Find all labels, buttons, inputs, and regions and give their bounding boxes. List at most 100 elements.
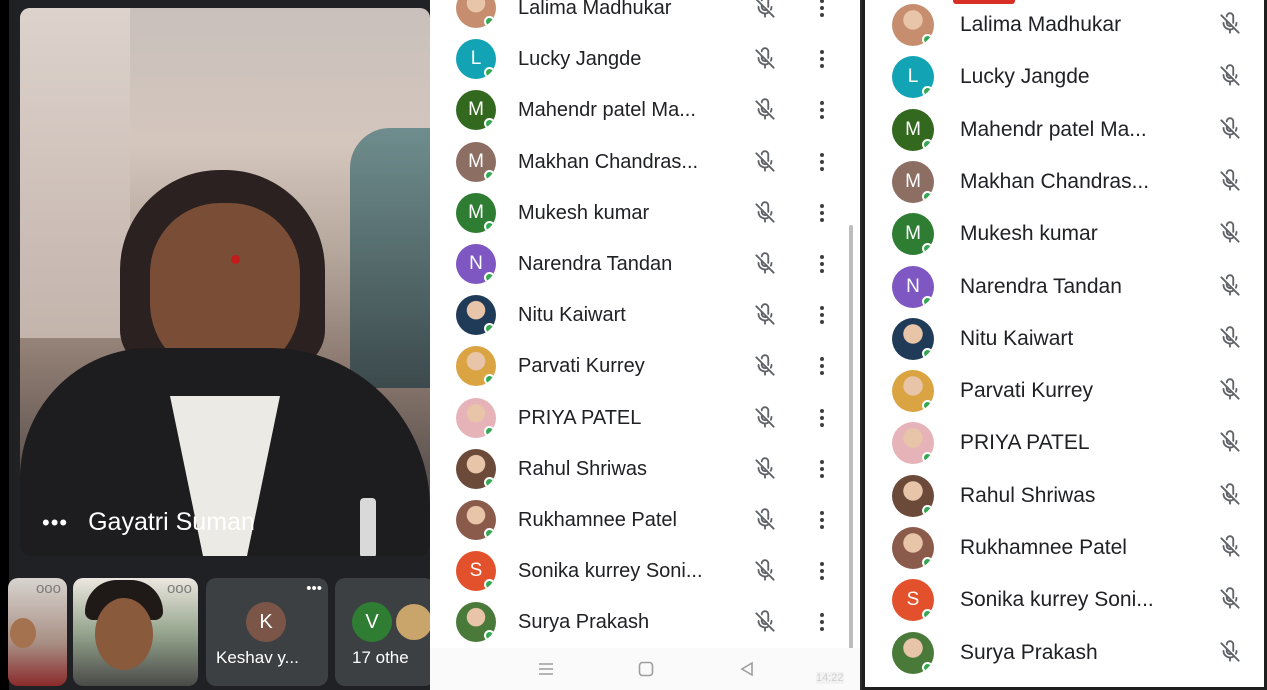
- mic-off-icon: [1217, 586, 1243, 612]
- more-options-icon[interactable]: ooo: [36, 580, 61, 597]
- more-options-icon[interactable]: [819, 459, 825, 479]
- participant-name: PRIYA PATEL: [960, 431, 1090, 455]
- avatar: [892, 4, 934, 46]
- mic-off-icon: [1217, 116, 1243, 142]
- participant-name: Parvati Kurrey: [960, 379, 1094, 403]
- avatar: [456, 448, 496, 489]
- participant-thumbnail[interactable]: ooo: [73, 578, 198, 686]
- mic-off-icon: [1217, 168, 1243, 194]
- participant-name: Mukesh kumar: [518, 201, 650, 224]
- participant-row[interactable]: Lalima Madhukar: [430, 0, 860, 34]
- more-options-icon[interactable]: [819, 305, 825, 325]
- others-count-label: 17 othe: [352, 648, 409, 667]
- participant-row[interactable]: Parvati Kurrey: [865, 365, 1264, 417]
- avatar-initial: S: [469, 560, 483, 582]
- participant-row[interactable]: N Narendra Tandan: [430, 238, 860, 290]
- participant-row[interactable]: Rukhamnee Patel: [430, 494, 860, 546]
- mic-off-icon: [1217, 429, 1243, 455]
- participant-name: Lucky Jangde: [960, 65, 1090, 89]
- online-status-dot: [922, 295, 933, 307]
- avatar: [892, 474, 934, 517]
- more-options-icon[interactable]: [819, 408, 825, 428]
- speaker-name: Gayatri Suman: [88, 508, 255, 536]
- online-status-dot: [922, 347, 933, 359]
- participant-row[interactable]: M Mahendr patel Ma...: [865, 104, 1264, 156]
- avatar: S: [892, 579, 934, 622]
- menu-icon[interactable]: [537, 660, 555, 678]
- participant-name: Parvati Kurrey: [518, 355, 645, 378]
- participant-row[interactable]: Surya Prakash: [430, 596, 860, 648]
- participant-row[interactable]: M Mahendr patel Ma...: [430, 84, 860, 136]
- home-icon[interactable]: [637, 660, 655, 678]
- more-options-icon[interactable]: [819, 356, 825, 376]
- more-options-icon[interactable]: [819, 203, 825, 223]
- more-options-icon[interactable]: [819, 510, 825, 530]
- participant-row[interactable]: Rahul Shriwas: [430, 443, 860, 495]
- more-options-icon[interactable]: [819, 152, 825, 172]
- avatar: N: [456, 244, 496, 284]
- avatar: [892, 370, 934, 413]
- participant-row[interactable]: M Mukesh kumar: [865, 208, 1264, 260]
- online-status-dot: [484, 528, 495, 539]
- participant-row[interactable]: L Lucky Jangde: [430, 33, 860, 85]
- mic-off-icon: [752, 558, 778, 584]
- participant-row[interactable]: Nitu Kaiwart: [865, 313, 1264, 365]
- thumb-face: [95, 598, 153, 670]
- more-options-icon[interactable]: •••: [306, 580, 322, 597]
- participant-row[interactable]: N Narendra Tandan: [865, 261, 1264, 313]
- main-speaker-tile[interactable]: [20, 8, 430, 556]
- participants-list-panel-zoomed: Lalima Madhukar L Lucky Jangde M Mahendr pat…: [862, 0, 1267, 690]
- mic-off-icon: [1217, 63, 1243, 89]
- avatar-initial: L: [907, 66, 919, 88]
- avatar: [456, 346, 496, 387]
- more-options-icon[interactable]: [819, 561, 825, 581]
- participant-row[interactable]: S Sonika kurrey Soni...: [865, 574, 1264, 626]
- participant-row[interactable]: PRIYA PATEL: [430, 392, 860, 444]
- avatar: [456, 397, 496, 438]
- more-options-icon[interactable]: [819, 49, 825, 69]
- more-options-icon[interactable]: [819, 612, 825, 632]
- pen: [360, 498, 376, 556]
- participant-row[interactable]: Rahul Shriwas: [865, 470, 1264, 522]
- more-options-icon[interactable]: [819, 100, 825, 120]
- online-status-dot: [922, 661, 933, 673]
- mic-off-icon: [752, 405, 778, 431]
- participant-thumbnail[interactable]: ooo: [8, 578, 67, 686]
- mic-off-icon: [752, 353, 778, 379]
- online-status-dot: [922, 243, 933, 255]
- participant-name: Nitu Kaiwart: [518, 304, 626, 327]
- participant-row[interactable]: Parvati Kurrey: [430, 340, 860, 392]
- participant-row[interactable]: S Sonika kurrey Soni...: [430, 545, 860, 597]
- avatar: [456, 0, 496, 28]
- participant-row[interactable]: PRIYA PATEL: [865, 417, 1264, 469]
- online-status-dot: [484, 476, 495, 488]
- online-status-dot: [922, 138, 933, 150]
- scrollbar[interactable]: [849, 225, 853, 655]
- participant-row[interactable]: Surya Prakash: [865, 627, 1264, 679]
- avatar: S: [456, 551, 496, 592]
- participant-row[interactable]: Rukhamnee Patel: [865, 522, 1264, 574]
- online-status-dot: [484, 118, 495, 130]
- more-options-icon[interactable]: •••: [42, 511, 68, 534]
- participant-row[interactable]: L Lucky Jangde: [865, 51, 1264, 103]
- more-options-icon[interactable]: [819, 0, 825, 18]
- participant-name: Mahendr patel Ma...: [518, 99, 696, 122]
- avatar: N: [892, 265, 934, 308]
- more-options-icon[interactable]: [819, 254, 825, 274]
- avatar: M: [892, 108, 934, 151]
- more-options-icon[interactable]: ooo: [167, 580, 192, 597]
- participant-row[interactable]: M Mukesh kumar: [430, 187, 860, 239]
- back-icon[interactable]: [738, 660, 756, 678]
- mic-off-icon: [1217, 325, 1243, 351]
- online-status-dot: [922, 190, 933, 202]
- mic-off-icon: [752, 46, 778, 72]
- mic-off-icon: [1217, 534, 1243, 560]
- online-status-dot: [922, 452, 933, 464]
- participant-row[interactable]: M Makhan Chandras...: [865, 156, 1264, 208]
- video-call-panel: ••• Gayatri Suman ooo ooo ••• K Keshav y…: [0, 0, 430, 690]
- avatar: V: [352, 602, 392, 642]
- participant-row[interactable]: Lalima Madhukar: [865, 0, 1264, 51]
- online-status-dot: [484, 374, 495, 386]
- participant-row[interactable]: Nitu Kaiwart: [430, 289, 860, 341]
- participant-row[interactable]: M Makhan Chandras...: [430, 136, 860, 188]
